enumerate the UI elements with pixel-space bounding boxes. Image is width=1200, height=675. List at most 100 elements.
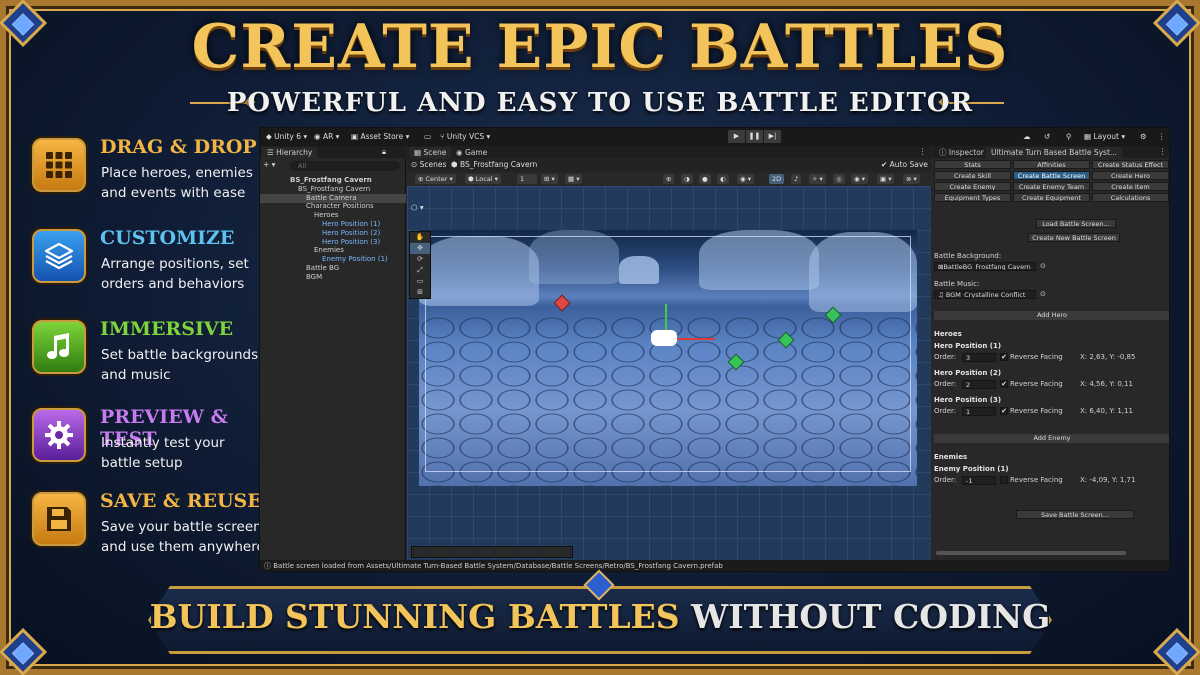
scale-tool-icon[interactable]: ⤢ <box>410 265 430 276</box>
inspector-tab-button[interactable]: Create Battle Screen <box>1013 171 1090 180</box>
space-dropdown[interactable]: ⬢ Local ▾ <box>465 174 501 184</box>
hierarchy-item[interactable]: BS_Frostfang Cavern <box>290 176 372 185</box>
horizontal-scrollbar[interactable] <box>936 551 1126 555</box>
tab-battle-system[interactable]: Ultimate Turn Based Battle Syst... <box>986 147 1123 158</box>
tab-game[interactable]: ◉ Game <box>451 147 493 158</box>
add-icon[interactable]: + ▾ <box>263 159 275 171</box>
tab-hierarchy[interactable]: ☰ Hierarchy <box>262 147 318 158</box>
inspector-tab-button[interactable]: Equipment Types <box>934 193 1011 202</box>
effects-icon[interactable]: ✧ ▾ <box>809 174 826 184</box>
breadcrumb-scenes[interactable]: ⊙ Scenes <box>411 159 446 171</box>
view-tool-icon[interactable]: ✋ <box>410 232 430 243</box>
audio-icon[interactable]: ♪ <box>791 174 802 184</box>
hierarchy-item[interactable]: Enemy Position (1) <box>322 255 388 264</box>
status-bar: ⓘ Battle screen loaded from Assets/Ultim… <box>260 560 1169 571</box>
add-enemy-button[interactable]: Add Enemy <box>934 434 1169 443</box>
camera-icon[interactable]: ◉ ▾ <box>851 174 869 184</box>
grid-toggle-icon[interactable]: ▣ ▾ <box>877 174 895 184</box>
reverse-facing-checkbox[interactable] <box>1000 476 1008 484</box>
pause-icon[interactable]: ❚❚ <box>746 130 763 143</box>
reverse-facing-checkbox[interactable]: ✔ <box>1000 407 1008 415</box>
cloud-icon[interactable]: ☁ <box>1023 131 1031 143</box>
rect-tool-icon[interactable]: ▭ <box>410 276 430 287</box>
gizmo-icon[interactable]: ⊕ <box>663 174 675 184</box>
order-field[interactable]: 2 <box>962 380 996 389</box>
position-name: Hero Position (3) <box>934 396 1002 404</box>
pivot-dropdown[interactable]: ⊕ Center ▾ <box>415 174 456 184</box>
step-icon[interactable]: ▶| <box>764 130 781 143</box>
search-icon[interactable]: ⚲ <box>1066 131 1072 143</box>
camera-gizmo-icon[interactable] <box>651 330 677 346</box>
add-hero-button[interactable]: Add Hero <box>934 311 1169 320</box>
order-field[interactable]: 3 <box>962 353 996 362</box>
order-field[interactable]: -1 <box>962 476 996 485</box>
more-icon[interactable]: ⋮ <box>919 146 927 158</box>
visibility-icon[interactable]: ◎ <box>833 174 845 184</box>
hierarchy-item[interactable]: BS_Frostfang Cavern <box>298 185 370 194</box>
hierarchy-search-input[interactable]: All <box>290 161 400 171</box>
inspector-tab-button[interactable]: Create Hero <box>1092 171 1169 180</box>
history-icon[interactable]: ↺ <box>1044 131 1050 143</box>
hierarchy-item[interactable]: Hero Position (3) <box>322 238 380 247</box>
tab-scene[interactable]: ▦ Scene <box>409 147 452 158</box>
auto-save-toggle[interactable]: ✔ Auto Save <box>881 159 928 171</box>
hierarchy-item[interactable]: Battle BG <box>306 264 339 273</box>
scene-panel: ▦ Scene ◉ Game ⋮ ⊙ Scenes ⬢ BS_Frostfang… <box>407 146 931 560</box>
scene-viewport[interactable]: ✋ ✥ ⟳ ⤢ ▭ ⊞ ⬡ ▾ <box>407 186 931 560</box>
hierarchy-item[interactable]: Enemies <box>314 246 344 255</box>
hierarchy-item[interactable]: Character Positions <box>306 202 374 211</box>
inspector-tab-button[interactable]: Create Status Effect <box>1092 160 1169 169</box>
save-battle-screen-button[interactable]: Save Battle Screen... <box>1016 510 1134 519</box>
lighting-icon[interactable]: ● <box>699 174 711 184</box>
transform-tool-icon[interactable]: ⊞ <box>410 287 430 298</box>
snap-increment-field[interactable]: 1 <box>517 174 537 184</box>
hierarchy-item[interactable]: Hero Position (1) <box>322 220 380 229</box>
globe-icon[interactable]: ⊗ ▾ <box>903 174 920 184</box>
inspector-tab-button[interactable]: Stats <box>934 160 1011 169</box>
object-picker-icon[interactable]: ⊙ <box>1040 290 1046 298</box>
battle-music-field[interactable]: ♫ BGM_Crystalline Conflict <box>934 290 1036 299</box>
render-icon[interactable]: ◐ <box>717 174 729 184</box>
inspector-tab-button[interactable]: Calculations <box>1092 193 1169 202</box>
create-new-battle-screen-button[interactable]: Create New Battle Screen <box>1028 233 1120 242</box>
tool-handle-icon[interactable]: ⬡ ▾ <box>411 202 424 214</box>
inspector-tab-button[interactable]: Create Enemy <box>934 182 1011 191</box>
layout-dropdown[interactable]: ▦ Layout ▾ <box>1084 131 1125 143</box>
object-picker-icon[interactable]: ⊙ <box>1040 262 1046 270</box>
grid-icon[interactable]: ▦ ▾ <box>565 174 583 184</box>
unity-account-button[interactable]: ◆ Unity 6 ▾ <box>266 131 307 143</box>
inspector-tab-button[interactable]: Create Skill <box>934 171 1011 180</box>
music-note-icon <box>32 320 86 374</box>
reverse-facing-checkbox[interactable]: ✔ <box>1000 353 1008 361</box>
inspector-tab-button[interactable]: Create Item <box>1092 182 1169 191</box>
move-tool-icon[interactable]: ✥ <box>410 243 430 254</box>
inspector-tab-button[interactable]: Create Enemy Team <box>1013 182 1090 191</box>
draw-mode-icon[interactable]: ◉ ▾ <box>737 174 755 184</box>
inbox-icon[interactable]: ▭ <box>424 131 431 143</box>
scene-bottom-toolbar[interactable] <box>411 546 573 558</box>
grid-snap-icon[interactable]: ⊞ ▾ <box>541 174 558 184</box>
asset-store-button[interactable]: ▣ Asset Store ▾ <box>351 131 409 143</box>
play-icon[interactable]: ▶ <box>728 130 745 143</box>
settings-icon[interactable]: ⚙ <box>1140 131 1147 143</box>
more-icon[interactable]: ⋮ <box>1158 131 1166 143</box>
lock-icon[interactable]: 🔒︎ <box>382 146 386 158</box>
unity-vcs-button[interactable]: ⑂ Unity VCS ▾ <box>440 131 490 143</box>
shading-icon[interactable]: ◑ <box>681 174 693 184</box>
load-battle-screen-button[interactable]: Load Battle Screen... <box>1036 219 1116 228</box>
hierarchy-item[interactable]: Heroes <box>314 211 339 220</box>
breadcrumb-prefab[interactable]: ⬢ BS_Frostfang Cavern <box>451 159 537 171</box>
hierarchy-item[interactable]: BGM <box>306 273 322 282</box>
ar-button[interactable]: ◉ AR ▾ <box>314 131 339 143</box>
tab-inspector[interactable]: ⓘ Inspector <box>934 147 989 158</box>
hierarchy-item[interactable]: Hero Position (2) <box>322 229 380 238</box>
hierarchy-item[interactable]: Battle Camera <box>306 194 357 203</box>
inspector-tab-button[interactable]: Affinities <box>1013 160 1090 169</box>
rotate-tool-icon[interactable]: ⟳ <box>410 254 430 265</box>
inspector-tab-button[interactable]: Create Equipment <box>1013 193 1090 202</box>
reverse-facing-checkbox[interactable]: ✔ <box>1000 380 1008 388</box>
battle-background-field[interactable]: ⊠BattleBG_Frostfang Cavern <box>934 262 1036 271</box>
more-icon[interactable]: ⋮ <box>1159 146 1167 158</box>
order-field[interactable]: 1 <box>962 407 996 416</box>
toggle-2d-button[interactable]: 2D <box>769 174 785 184</box>
